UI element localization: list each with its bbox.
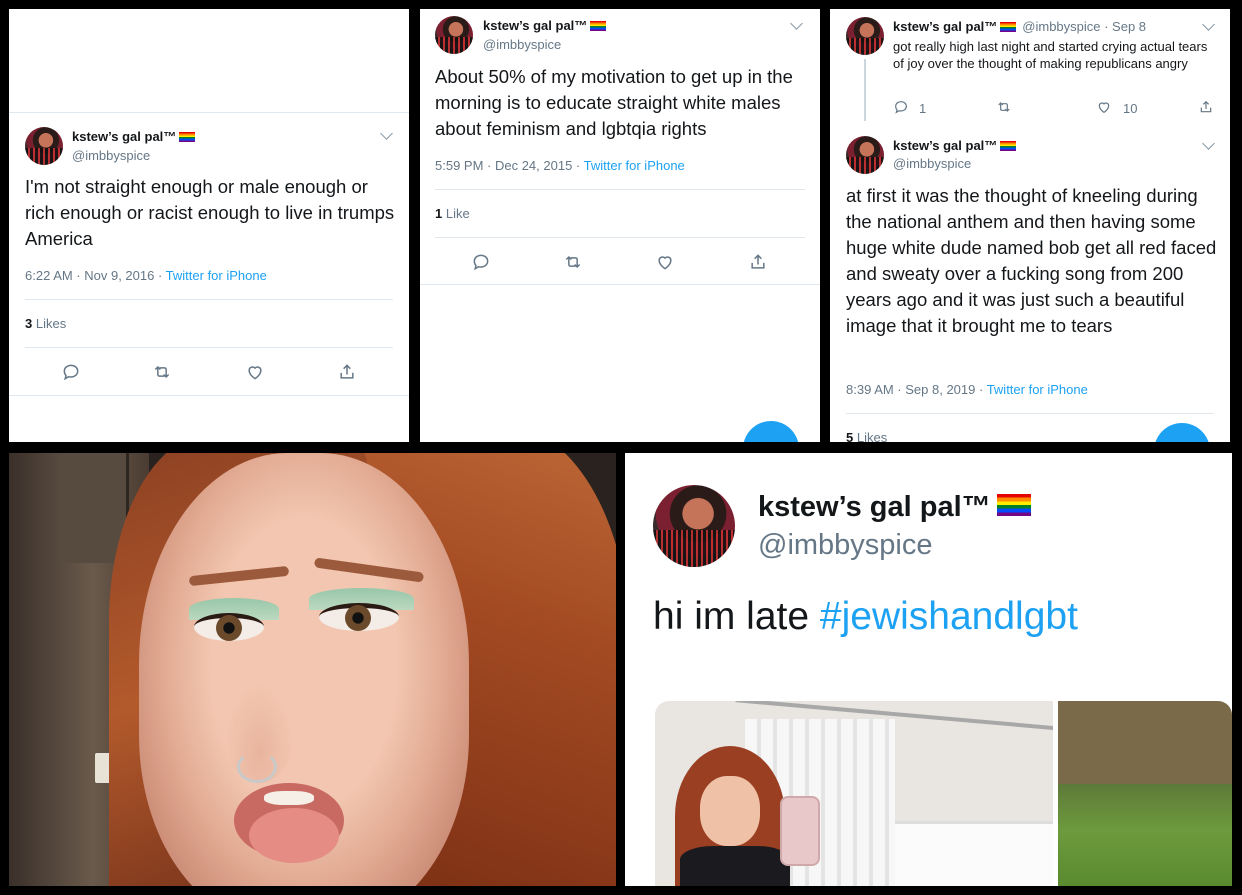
reply-icon[interactable] [471, 252, 491, 272]
like-icon[interactable] [655, 252, 675, 272]
thread-line [864, 59, 866, 121]
chevron-down-icon[interactable] [790, 17, 803, 30]
tweet-image-bathroom[interactable] [655, 701, 1053, 886]
display-name[interactable]: kstew’s gal pal™ [72, 129, 196, 144]
tweet-screenshot-2: kstew’s gal pal™ @imbbyspice About 50% o… [420, 9, 820, 442]
reply-count: 1 [919, 101, 927, 116]
avatar[interactable] [435, 16, 473, 54]
reply-icon[interactable] [61, 362, 81, 382]
likes-count[interactable]: 5 Likes [846, 430, 887, 442]
divider [435, 237, 805, 238]
rainbow-flag-icon [590, 21, 607, 31]
tweet-text: I'm not straight enough or male enough o… [25, 176, 395, 249]
divider [435, 189, 805, 190]
retweet-icon[interactable] [996, 99, 1012, 115]
share-icon[interactable] [748, 252, 768, 272]
divider [846, 413, 1214, 414]
username[interactable]: @imbbyspice [483, 37, 561, 52]
divider [420, 284, 820, 285]
display-name[interactable]: kstew’s gal pal™ [758, 491, 1031, 524]
tweet-screenshot-zoomed: kstew’s gal pal™ @imbbyspice hi im late … [625, 453, 1232, 886]
selfie-photo [9, 453, 616, 886]
chevron-down-icon[interactable] [380, 127, 393, 140]
chevron-down-icon[interactable] [1202, 18, 1215, 31]
display-name[interactable]: kstew’s gal pal™ @imbbyspice · Sep 8 [893, 19, 1146, 34]
tweet-meta: 6:22 AM · Nov 9, 2016 · Twitter for iPho… [25, 268, 267, 283]
compose-button[interactable] [743, 421, 799, 442]
tweet-screenshot-3: kstew’s gal pal™ @imbbyspice · Sep 8 got … [830, 9, 1230, 442]
rainbow-flag-icon [1000, 141, 1017, 151]
avatar[interactable] [25, 127, 63, 165]
share-icon[interactable] [1198, 99, 1214, 115]
phone [780, 796, 820, 866]
tweet-text: About 50% of my motivation to get up in … [435, 66, 793, 139]
source-link[interactable]: Twitter for iPhone [584, 158, 685, 173]
tweet-image-garden[interactable] [1058, 701, 1232, 886]
avatar[interactable] [846, 17, 884, 55]
source-link[interactable]: Twitter for iPhone [166, 268, 267, 283]
likes-count[interactable]: 1 Like [435, 206, 470, 221]
like-icon[interactable] [1096, 99, 1112, 115]
avatar[interactable] [653, 485, 735, 567]
source-link[interactable]: Twitter for iPhone [987, 382, 1088, 397]
display-name[interactable]: kstew’s gal pal™ [483, 18, 607, 33]
divider [25, 299, 393, 300]
username[interactable]: @imbbyspice · Sep 8 [1022, 19, 1146, 34]
divider [25, 347, 393, 348]
likes-count[interactable]: 3 Likes [25, 316, 66, 331]
avatar[interactable] [846, 136, 884, 174]
retweet-icon[interactable] [563, 252, 583, 272]
display-name[interactable]: kstew’s gal pal™ [893, 138, 1017, 153]
username[interactable]: @imbbyspice [893, 156, 971, 171]
compose-button[interactable] [1154, 423, 1210, 442]
rainbow-flag-icon [996, 494, 1031, 516]
tweet-text: hi im late #jewishandlgbt [653, 595, 1078, 638]
rainbow-flag-icon [1000, 22, 1017, 32]
tweet-meta: 5:59 PM · Dec 24, 2015 · Twitter for iPh… [435, 158, 685, 173]
tweet-text: at first it was the thought of kneeling … [846, 185, 1217, 336]
hashtag-link[interactable]: #jewishandlgbt [820, 595, 1078, 638]
tweet-screenshot-1: kstew’s gal pal™ @imbbyspice I'm not str… [9, 9, 409, 442]
username[interactable]: @imbbyspice [758, 529, 933, 562]
share-icon[interactable] [337, 362, 357, 382]
chevron-down-icon[interactable] [1202, 137, 1215, 150]
like-count: 10 [1123, 101, 1138, 116]
username[interactable]: @imbbyspice [72, 148, 150, 163]
tweet-meta: 8:39 AM · Sep 8, 2019 · Twitter for iPho… [846, 382, 1088, 397]
reply-tweet-text: got really high last night and started c… [893, 39, 1208, 71]
divider [9, 395, 409, 396]
reply-icon[interactable] [893, 99, 909, 115]
nose-ring [237, 751, 277, 783]
divider [9, 112, 409, 113]
retweet-icon[interactable] [152, 362, 172, 382]
like-icon[interactable] [245, 362, 265, 382]
rainbow-flag-icon [179, 132, 196, 142]
